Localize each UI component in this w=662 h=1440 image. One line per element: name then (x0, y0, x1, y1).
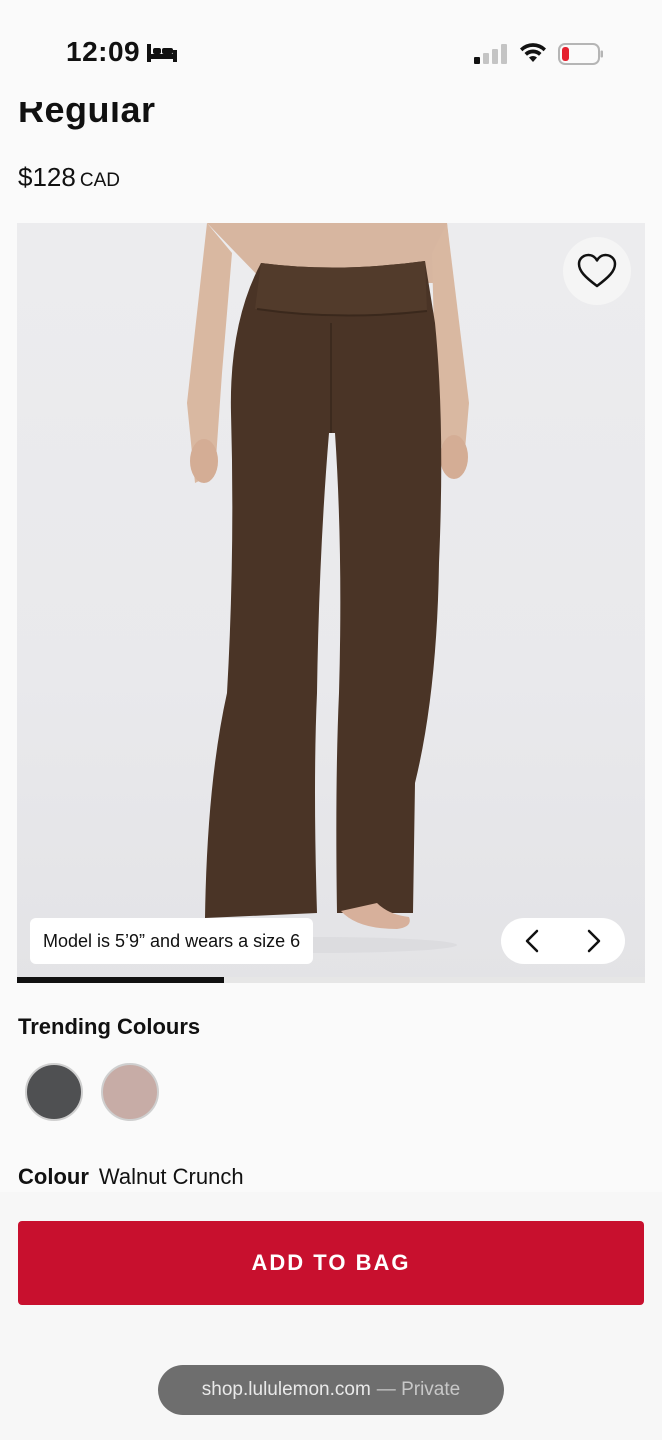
add-to-bag-button[interactable]: ADD TO BAG (18, 1221, 644, 1305)
wishlist-button[interactable] (563, 237, 631, 305)
trending-colours-heading: Trending Colours (18, 1014, 201, 1039)
private-mode-label: — Private (377, 1379, 460, 1401)
url-separator: — (376, 1379, 396, 1400)
price: $128 CAD (18, 162, 120, 193)
carousel-next-button[interactable] (574, 921, 614, 961)
chevron-right-icon (587, 929, 601, 953)
model-caption: Model is 5’9” and wears a size 6 (30, 918, 314, 964)
carousel-progress-fill (17, 977, 225, 983)
product-image-carousel[interactable]: Model is 5’9” and wears a size 6 (17, 223, 645, 983)
chevron-left-icon (525, 929, 539, 953)
heart-icon (577, 253, 617, 288)
colour-value: Walnut Crunch (98, 1164, 244, 1189)
status-time: 12:09 (66, 36, 141, 67)
price-amount: $128 (18, 162, 76, 192)
status-bar: 12:09 (0, 0, 662, 102)
selected-colour: Colour Walnut Crunch (18, 1164, 244, 1190)
carousel-prev-button[interactable] (512, 921, 552, 961)
battery-low-icon (558, 43, 603, 65)
bed-icon (147, 44, 177, 62)
colour-swatch-dark-grey[interactable] (25, 1063, 83, 1121)
carousel-nav (501, 918, 625, 964)
url-text: shop.lululemon.com (201, 1379, 371, 1400)
browser-address-bar[interactable]: shop.lululemon.com — Private (158, 1365, 504, 1415)
signal-icon (474, 44, 507, 64)
colour-label: Colour (18, 1164, 89, 1189)
colour-swatch-dusty-rose[interactable] (101, 1063, 159, 1121)
wifi-icon (520, 43, 546, 62)
private-label: Private (401, 1379, 461, 1400)
price-currency: CAD (79, 170, 120, 191)
product-image (177, 223, 469, 953)
carousel-progress (17, 977, 645, 983)
colour-swatches (25, 1063, 159, 1121)
